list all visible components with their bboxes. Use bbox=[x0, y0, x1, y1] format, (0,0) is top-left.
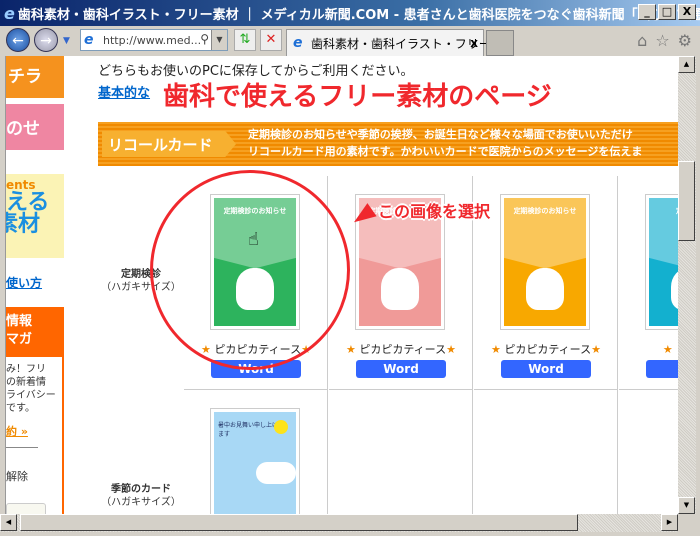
ie-logo-icon: e bbox=[4, 3, 15, 23]
grid-cell: 暑中お見舞い申し上げます bbox=[184, 390, 328, 514]
horizontal-scroll-thumb[interactable] bbox=[20, 514, 578, 531]
banner-title-1: える bbox=[6, 190, 50, 215]
vertical-scroll-thumb[interactable] bbox=[678, 161, 695, 241]
card-title: 定期検診 bbox=[649, 206, 678, 216]
grid-cell: 定期検診 ★ ピカピ★ W bbox=[619, 176, 678, 390]
scroll-up-button[interactable]: ▲ bbox=[678, 56, 695, 73]
sidebar-item-flyer[interactable]: チラ bbox=[6, 56, 64, 98]
card-caption: ★ ピカピカティース★ bbox=[329, 341, 473, 357]
section-desc-line1: 定期検診のお知らせや季節の挨拶、お誕生日など様々な場面でお使いいただけ bbox=[248, 128, 633, 141]
cloud-icon bbox=[256, 462, 296, 484]
search-icon[interactable]: ⚲ bbox=[200, 32, 209, 46]
stop-icon[interactable]: ✕ bbox=[260, 29, 282, 51]
ie-tab-icon: e bbox=[293, 35, 303, 51]
close-button[interactable]: X bbox=[678, 4, 696, 20]
grid-cell: 定期検診のお知らせ ★ ピカピカティース★ Word bbox=[474, 176, 618, 390]
star-icon: ★ bbox=[662, 343, 673, 356]
word-download-button[interactable]: Word bbox=[356, 360, 446, 378]
mag-header-line1: 情報 bbox=[6, 314, 33, 329]
card-thumbnail[interactable]: 定期検診のお知らせ bbox=[500, 194, 590, 330]
horizontal-scrollbar[interactable]: ◀ ▶ bbox=[0, 514, 678, 532]
browser-toolbar: ← → ▼ e http://www.med... ⚲ ▼ ⇅ ✕ e 歯科素材… bbox=[0, 26, 700, 56]
favorites-star-icon[interactable]: ☆ bbox=[655, 31, 669, 50]
sidebar-banner-free-materials[interactable]: ents える 素材 bbox=[6, 174, 64, 258]
mag-text: です。 bbox=[6, 403, 35, 414]
hand-cursor-icon: ☝ bbox=[248, 229, 259, 250]
card-name: ピカピカティース bbox=[504, 343, 592, 356]
mag-text: ライバシー bbox=[6, 390, 56, 401]
howto-link[interactable]: 使い方 bbox=[6, 274, 64, 291]
tab-active[interactable]: e 歯科素材・歯科イラスト・フリー... x bbox=[286, 29, 502, 56]
card-name: ピカピカティース bbox=[359, 343, 447, 356]
mag-text: の新着情 bbox=[6, 377, 46, 388]
minimize-button[interactable]: _ bbox=[638, 4, 656, 20]
forward-button[interactable]: → bbox=[34, 28, 58, 52]
section-desc-line2: リコールカード用の素材です。かわいいカードで医院からのメッセージを伝えま bbox=[248, 145, 643, 158]
scroll-down-button[interactable]: ▼ bbox=[678, 497, 695, 514]
card-thumbnail[interactable]: 定期検診 bbox=[645, 194, 678, 330]
mail-magazine-box: 情報 マガ み！フリ の新着情 ライバシー です。 約 » 解除 bbox=[6, 307, 64, 514]
grid-cell bbox=[619, 390, 678, 514]
tooth-illustration-icon bbox=[381, 268, 419, 310]
tab-close-button[interactable]: x bbox=[470, 36, 478, 50]
grid-cell bbox=[474, 390, 618, 514]
sidebar-item-label: チラ bbox=[8, 67, 42, 87]
star-icon: ★ bbox=[345, 343, 356, 356]
maximize-button[interactable]: □ bbox=[658, 4, 676, 20]
highlight-circle bbox=[150, 170, 350, 370]
basic-usage-link[interactable]: 基本的な bbox=[98, 82, 150, 101]
card-caption: ★ ピカピ★ bbox=[619, 341, 678, 357]
mag-text: み！フリ bbox=[6, 364, 46, 375]
address-text[interactable]: http://www.med... bbox=[103, 34, 201, 47]
grid-cell bbox=[329, 390, 473, 514]
word-download-button[interactable]: Word bbox=[501, 360, 591, 378]
terms-link[interactable]: 約 » bbox=[6, 423, 62, 439]
star-icon: ★ bbox=[446, 343, 457, 356]
back-button[interactable]: ← bbox=[6, 28, 30, 52]
address-dropdown-icon[interactable]: ▼ bbox=[211, 30, 227, 50]
ie-page-icon: e bbox=[84, 32, 94, 48]
annotation-label: この画像を選択 bbox=[378, 202, 491, 221]
vertical-scrollbar[interactable]: ▲ ▼ bbox=[678, 56, 696, 514]
section-label: リコールカード bbox=[102, 131, 236, 157]
tooth-illustration-icon bbox=[671, 268, 678, 310]
card-caption: ★ ピカピカティース★ bbox=[474, 341, 618, 357]
banner-title-2: 素材 bbox=[6, 212, 41, 237]
overlay-page-title: 歯科で使えるフリー素材のページ bbox=[163, 82, 552, 112]
card-title: 定期検診のお知らせ bbox=[513, 207, 577, 215]
card-title: 暑中お見舞い申し上げます bbox=[218, 422, 279, 438]
page-viewport: チラ のせ ents える 素材 使い方 情報 マガ み！フリ の新着情 ライバ… bbox=[0, 56, 678, 514]
window-title: 歯科素材・歯科イラスト・フリー素材 ｜ メディカル新聞.COM - 患者さんと歯… bbox=[17, 7, 700, 23]
window-title-bar: e 歯科素材・歯科イラスト・フリー素材 ｜ メディカル新聞.COM - 患者さん… bbox=[0, 0, 700, 26]
new-tab-button[interactable] bbox=[486, 30, 514, 56]
recall-card-section-banner: リコールカード 定期検診のお知らせや季節の挨拶、お誕生日など様々な場面でお使いい… bbox=[98, 122, 678, 166]
scroll-left-button[interactable]: ◀ bbox=[0, 514, 17, 531]
unsubscribe-label: 解除 bbox=[6, 470, 28, 483]
refresh-icon[interactable]: ⇅ bbox=[234, 29, 256, 51]
star-icon: ★ bbox=[490, 343, 501, 356]
mag-header-line2: マガ bbox=[6, 332, 33, 347]
home-icon[interactable]: ⌂ bbox=[637, 31, 647, 50]
star-icon: ★ bbox=[591, 343, 602, 356]
row-sublabel: （ハガキサイズ） bbox=[101, 497, 181, 508]
tooth-illustration-icon bbox=[526, 268, 564, 310]
word-download-button[interactable]: W bbox=[646, 360, 678, 378]
row-label: 季節のカード bbox=[111, 484, 171, 495]
sidebar-item-label: のせ bbox=[6, 119, 40, 139]
email-input[interactable] bbox=[6, 503, 46, 514]
sun-icon bbox=[274, 420, 288, 434]
settings-gear-icon[interactable]: ⚙ bbox=[678, 31, 692, 50]
history-dropdown-icon[interactable]: ▼ bbox=[63, 36, 70, 46]
address-bar[interactable]: e http://www.med... ⚲ ▼ bbox=[80, 29, 228, 51]
resize-grip bbox=[678, 514, 700, 536]
card-thumbnail[interactable]: 暑中お見舞い申し上げます bbox=[210, 408, 300, 514]
scroll-right-button[interactable]: ▶ bbox=[661, 514, 678, 531]
sidebar-item-notice[interactable]: のせ bbox=[6, 104, 64, 150]
